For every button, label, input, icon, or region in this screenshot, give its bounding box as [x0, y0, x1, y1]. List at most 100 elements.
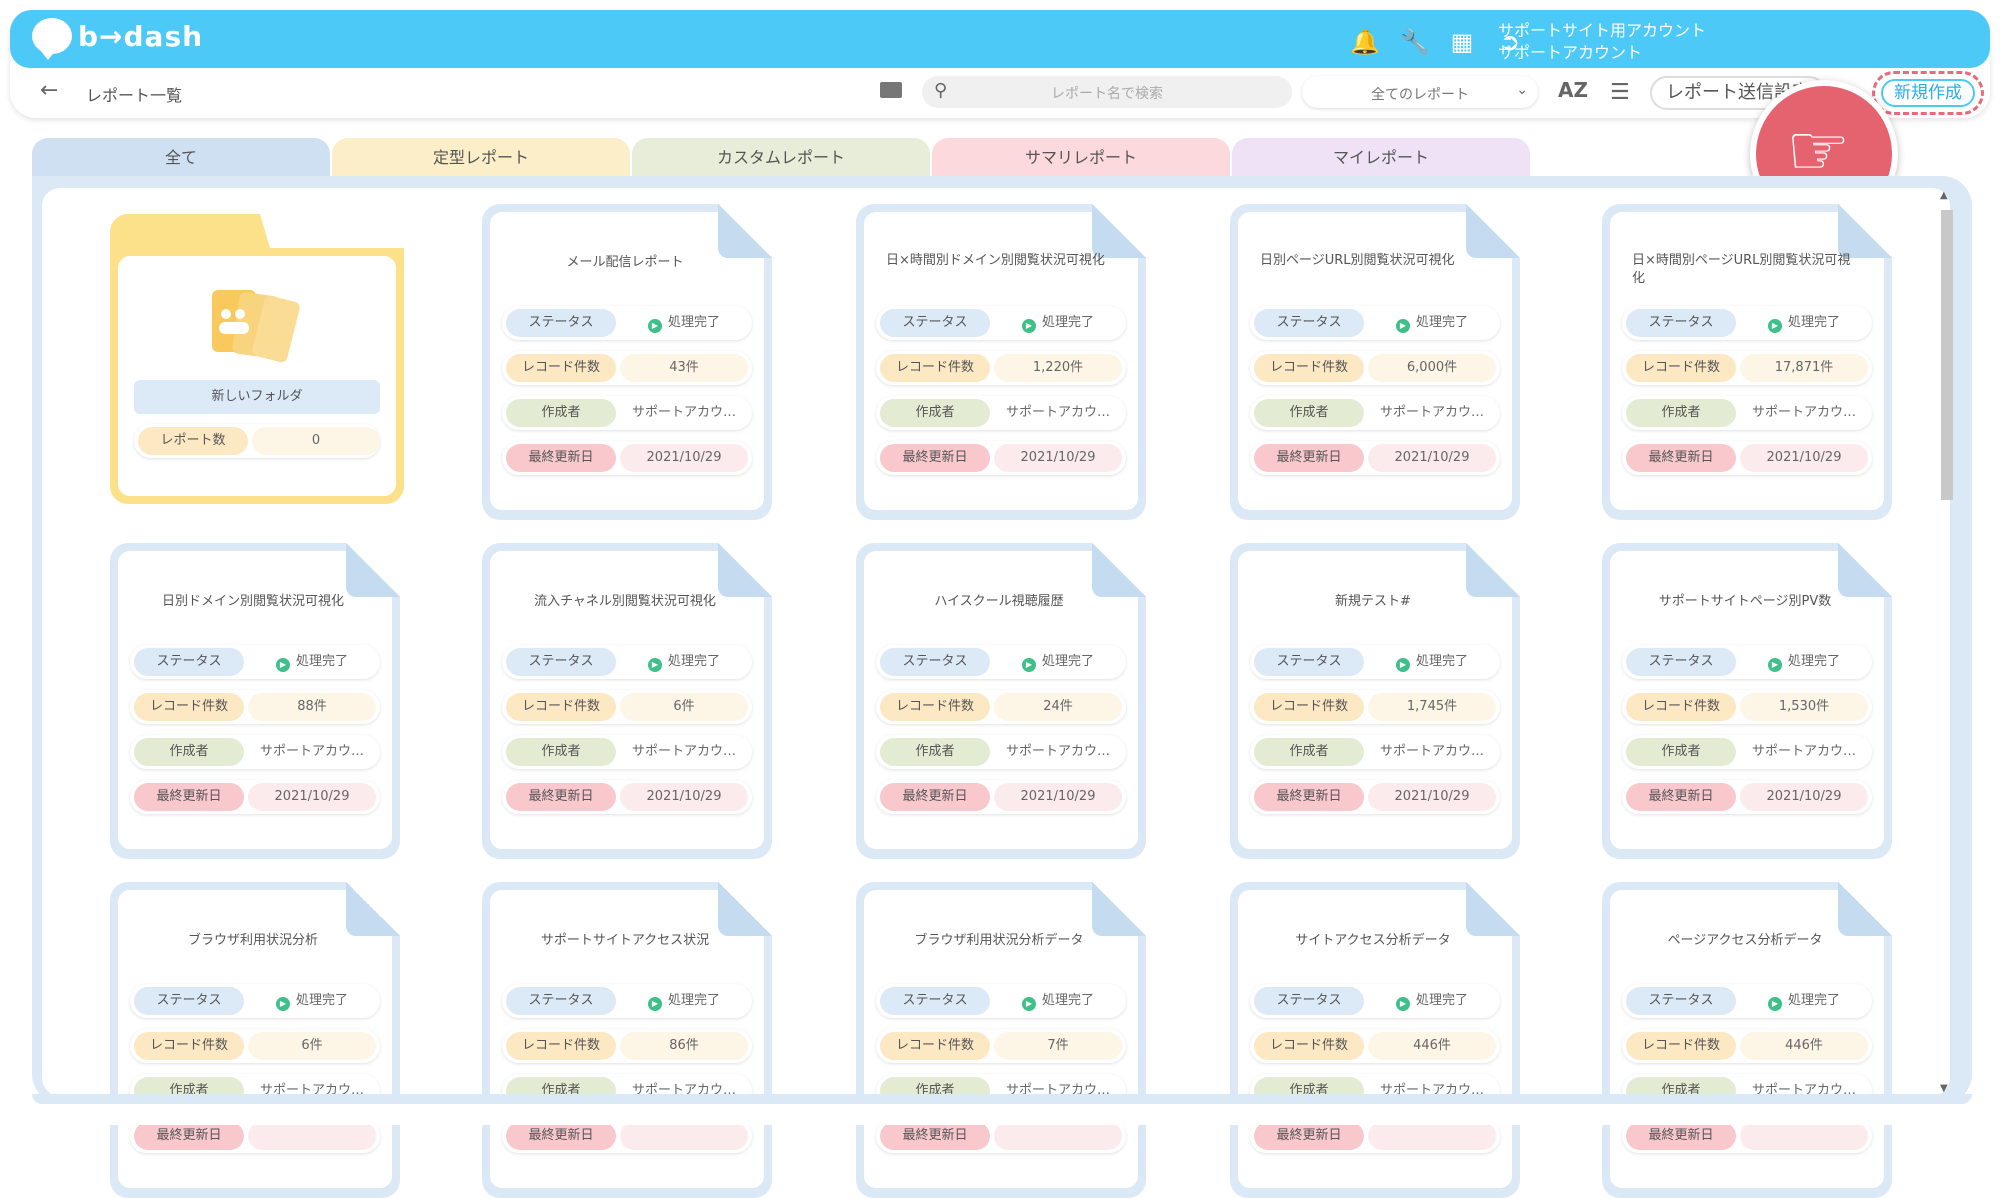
play-icon: ▶: [1767, 319, 1782, 333]
list-view-icon[interactable]: ☰: [1610, 80, 1630, 105]
report-card[interactable]: ハイスクール視聴履歴 ステータス ▶ 処理完了 レコード件数 24件 作成者 サポ…: [856, 543, 1146, 859]
new-report-label: 新規作成: [1881, 79, 1975, 107]
status-label: ステータス: [880, 987, 990, 1015]
back-arrow-icon[interactable]: ←: [40, 78, 58, 103]
updated-label: 最終更新日: [1626, 1122, 1736, 1150]
report-card[interactable]: 日別ドメイン別閲覧状況可視化 ステータス ▶ 処理完了 レコード件数 88件 作成…: [110, 543, 400, 859]
status-row: ステータス ▶ 処理完了: [876, 306, 1126, 340]
play-icon: ▶: [647, 319, 662, 333]
sort-az-icon[interactable]: AZ: [1558, 78, 1588, 102]
tab-my[interactable]: マイレポート: [1232, 138, 1530, 178]
chevron-down-icon: ⌄: [1516, 82, 1528, 98]
updated-value: 2021/10/29: [1740, 444, 1868, 472]
status-text: 処理完了: [1041, 993, 1094, 1008]
updated-value: 2021/10/29: [620, 444, 748, 472]
report-card[interactable]: 流入チャネル別閲覧状況可視化 ステータス ▶ 処理完了 レコード件数 6件 作成者…: [482, 543, 772, 859]
record-count-label: レコード件数: [880, 354, 990, 382]
report-card[interactable]: ブラウザ利用状況分析データ ステータス ▶ 処理完了 レコード件数 7件 作成者 …: [856, 882, 1146, 1198]
report-card[interactable]: ブラウザ利用状況分析 ステータス ▶ 処理完了 レコード件数 6件 作成者 サポー…: [110, 882, 400, 1198]
scroll-down-icon[interactable]: ▼: [1940, 1083, 1948, 1094]
scroll-up-icon[interactable]: ▲: [1940, 190, 1948, 201]
status-text: 処理完了: [1415, 315, 1468, 330]
search-input[interactable]: ⚲ レポート名で検索: [922, 76, 1292, 108]
report-card[interactable]: メール配信レポート ステータス ▶ 処理完了 レコード件数 43件 作成者 サポー…: [482, 204, 772, 520]
tab-summary[interactable]: サマリレポート: [932, 138, 1230, 178]
status-label: ステータス: [134, 987, 244, 1015]
tab-custom[interactable]: カスタムレポート: [632, 138, 930, 178]
author-value: サポートアカウ…: [1751, 744, 1856, 759]
tab-standard[interactable]: 定型レポート: [332, 138, 630, 178]
record-count-value: 446件: [1368, 1032, 1496, 1060]
tab-all[interactable]: 全て: [32, 138, 330, 178]
status-value: ▶ 処理完了: [994, 645, 1122, 679]
page-fold-icon: [1466, 204, 1520, 258]
record-count-row: レコード件数 1,220件: [876, 351, 1126, 385]
filter-value: 全てのレポート: [1371, 87, 1469, 103]
folder-card[interactable]: 新しいフォルダ レポート数 0: [110, 214, 404, 504]
updated-value: [248, 1122, 376, 1150]
author-value: サポートアカウ…: [259, 744, 364, 759]
record-count-row: レコード件数 446件: [1622, 1029, 1872, 1063]
author-value: サポートアカウ…: [1005, 405, 1110, 420]
logout-icon[interactable]: ➲: [1496, 28, 1524, 56]
report-card[interactable]: サポートサイトアクセス状況 ステータス ▶ 処理完了 レコード件数 86件 作成者…: [482, 882, 772, 1198]
report-card[interactable]: 新規テスト# ステータス ▶ 処理完了 レコード件数 1,745件 作成者 サポー…: [1230, 543, 1520, 859]
record-count-label: レコード件数: [1626, 1032, 1736, 1060]
record-count-row: レコード件数 446件: [1250, 1029, 1500, 1063]
updated-label: 最終更新日: [1254, 444, 1364, 472]
report-title: 新規テスト#: [1335, 594, 1411, 609]
page-fold-icon: [1092, 204, 1146, 258]
report-card[interactable]: サイトアクセス分析データ ステータス ▶ 処理完了 レコード件数 446件 作成者…: [1230, 882, 1520, 1198]
updated-value: [1740, 1122, 1868, 1150]
author-row: 作成者 サポートアカウ…: [130, 735, 380, 769]
record-count-value: 446件: [1740, 1032, 1868, 1060]
grid-icon[interactable]: ▦: [1448, 28, 1476, 56]
logo[interactable]: b→dash: [32, 18, 203, 60]
status-row: ステータス ▶ 処理完了: [502, 306, 752, 340]
record-count-value: 43件: [620, 354, 748, 382]
report-card[interactable]: サポートサイトページ別PV数 ステータス ▶ 処理完了 レコード件数 1,530件…: [1602, 543, 1892, 859]
bell-icon[interactable]: 🔔: [1350, 28, 1380, 56]
wrench-icon[interactable]: 🔧: [1400, 28, 1430, 56]
page-fold-icon: [718, 204, 772, 258]
status-value: ▶ 処理完了: [620, 645, 748, 679]
author-label: 作成者: [134, 738, 244, 766]
updated-row: 最終更新日 2021/10/29: [876, 780, 1126, 814]
new-report-button[interactable]: 新規作成: [1872, 71, 1984, 115]
report-card[interactable]: ページアクセス分析データ ステータス ▶ 処理完了 レコード件数 446件 作成者…: [1602, 882, 1892, 1198]
record-count-value: 24件: [994, 693, 1122, 721]
record-count-row: レコード件数 1,530件: [1622, 690, 1872, 724]
author-label: 作成者: [506, 399, 616, 427]
add-folder-icon[interactable]: [880, 82, 902, 98]
page-fold-icon: [346, 543, 400, 597]
report-card[interactable]: 日×時間別ドメイン別閲覧状況可視化 ステータス ▶ 処理完了 レコード件数 1,2…: [856, 204, 1146, 520]
record-count-row: レコード件数 88件: [130, 690, 380, 724]
status-text: 処理完了: [1041, 654, 1094, 669]
status-label: ステータス: [134, 648, 244, 676]
folder-report-count-row: レポート数 0: [134, 424, 380, 458]
author-label: 作成者: [1626, 399, 1736, 427]
play-icon: ▶: [275, 658, 290, 672]
status-text: 処理完了: [1787, 993, 1840, 1008]
scrollbar[interactable]: ▲ ▼: [1938, 190, 1956, 1094]
record-count-label: レコード件数: [506, 693, 616, 721]
updated-label: 最終更新日: [880, 1122, 990, 1150]
report-filter-select[interactable]: 全てのレポート ⌄: [1302, 76, 1538, 108]
updated-label: 最終更新日: [1254, 1122, 1364, 1150]
folder-users-icon: [212, 290, 300, 363]
report-title: ブラウザ利用状況分析データ: [914, 933, 1084, 948]
author-value: サポートアカウ…: [1751, 405, 1856, 420]
page-fold-icon: [1838, 204, 1892, 258]
page-fold-icon: [1466, 882, 1520, 936]
report-card[interactable]: 日×時間別ページURL別閲覧状況可視化 ステータス ▶ 処理完了 レコード件数 1…: [1602, 204, 1892, 520]
scroll-thumb[interactable]: [1941, 210, 1953, 500]
sub-toolbar: ← レポート一覧 ⚲ レポート名で検索 全てのレポート ⌄ AZ ☰ レポート送…: [10, 68, 1990, 118]
play-icon: ▶: [1395, 319, 1410, 333]
updated-row: 最終更新日 2021/10/29: [1622, 441, 1872, 475]
status-row: ステータス ▶ 処理完了: [1622, 984, 1872, 1018]
page-fold-icon: [1838, 543, 1892, 597]
report-card[interactable]: 日別ページURL別閲覧状況可視化 ステータス ▶ 処理完了 レコード件数 6,00…: [1230, 204, 1520, 520]
author-value: サポートアカウ…: [1005, 744, 1110, 759]
updated-label: 最終更新日: [1626, 444, 1736, 472]
report-title: サポートサイトアクセス状況: [540, 933, 710, 948]
